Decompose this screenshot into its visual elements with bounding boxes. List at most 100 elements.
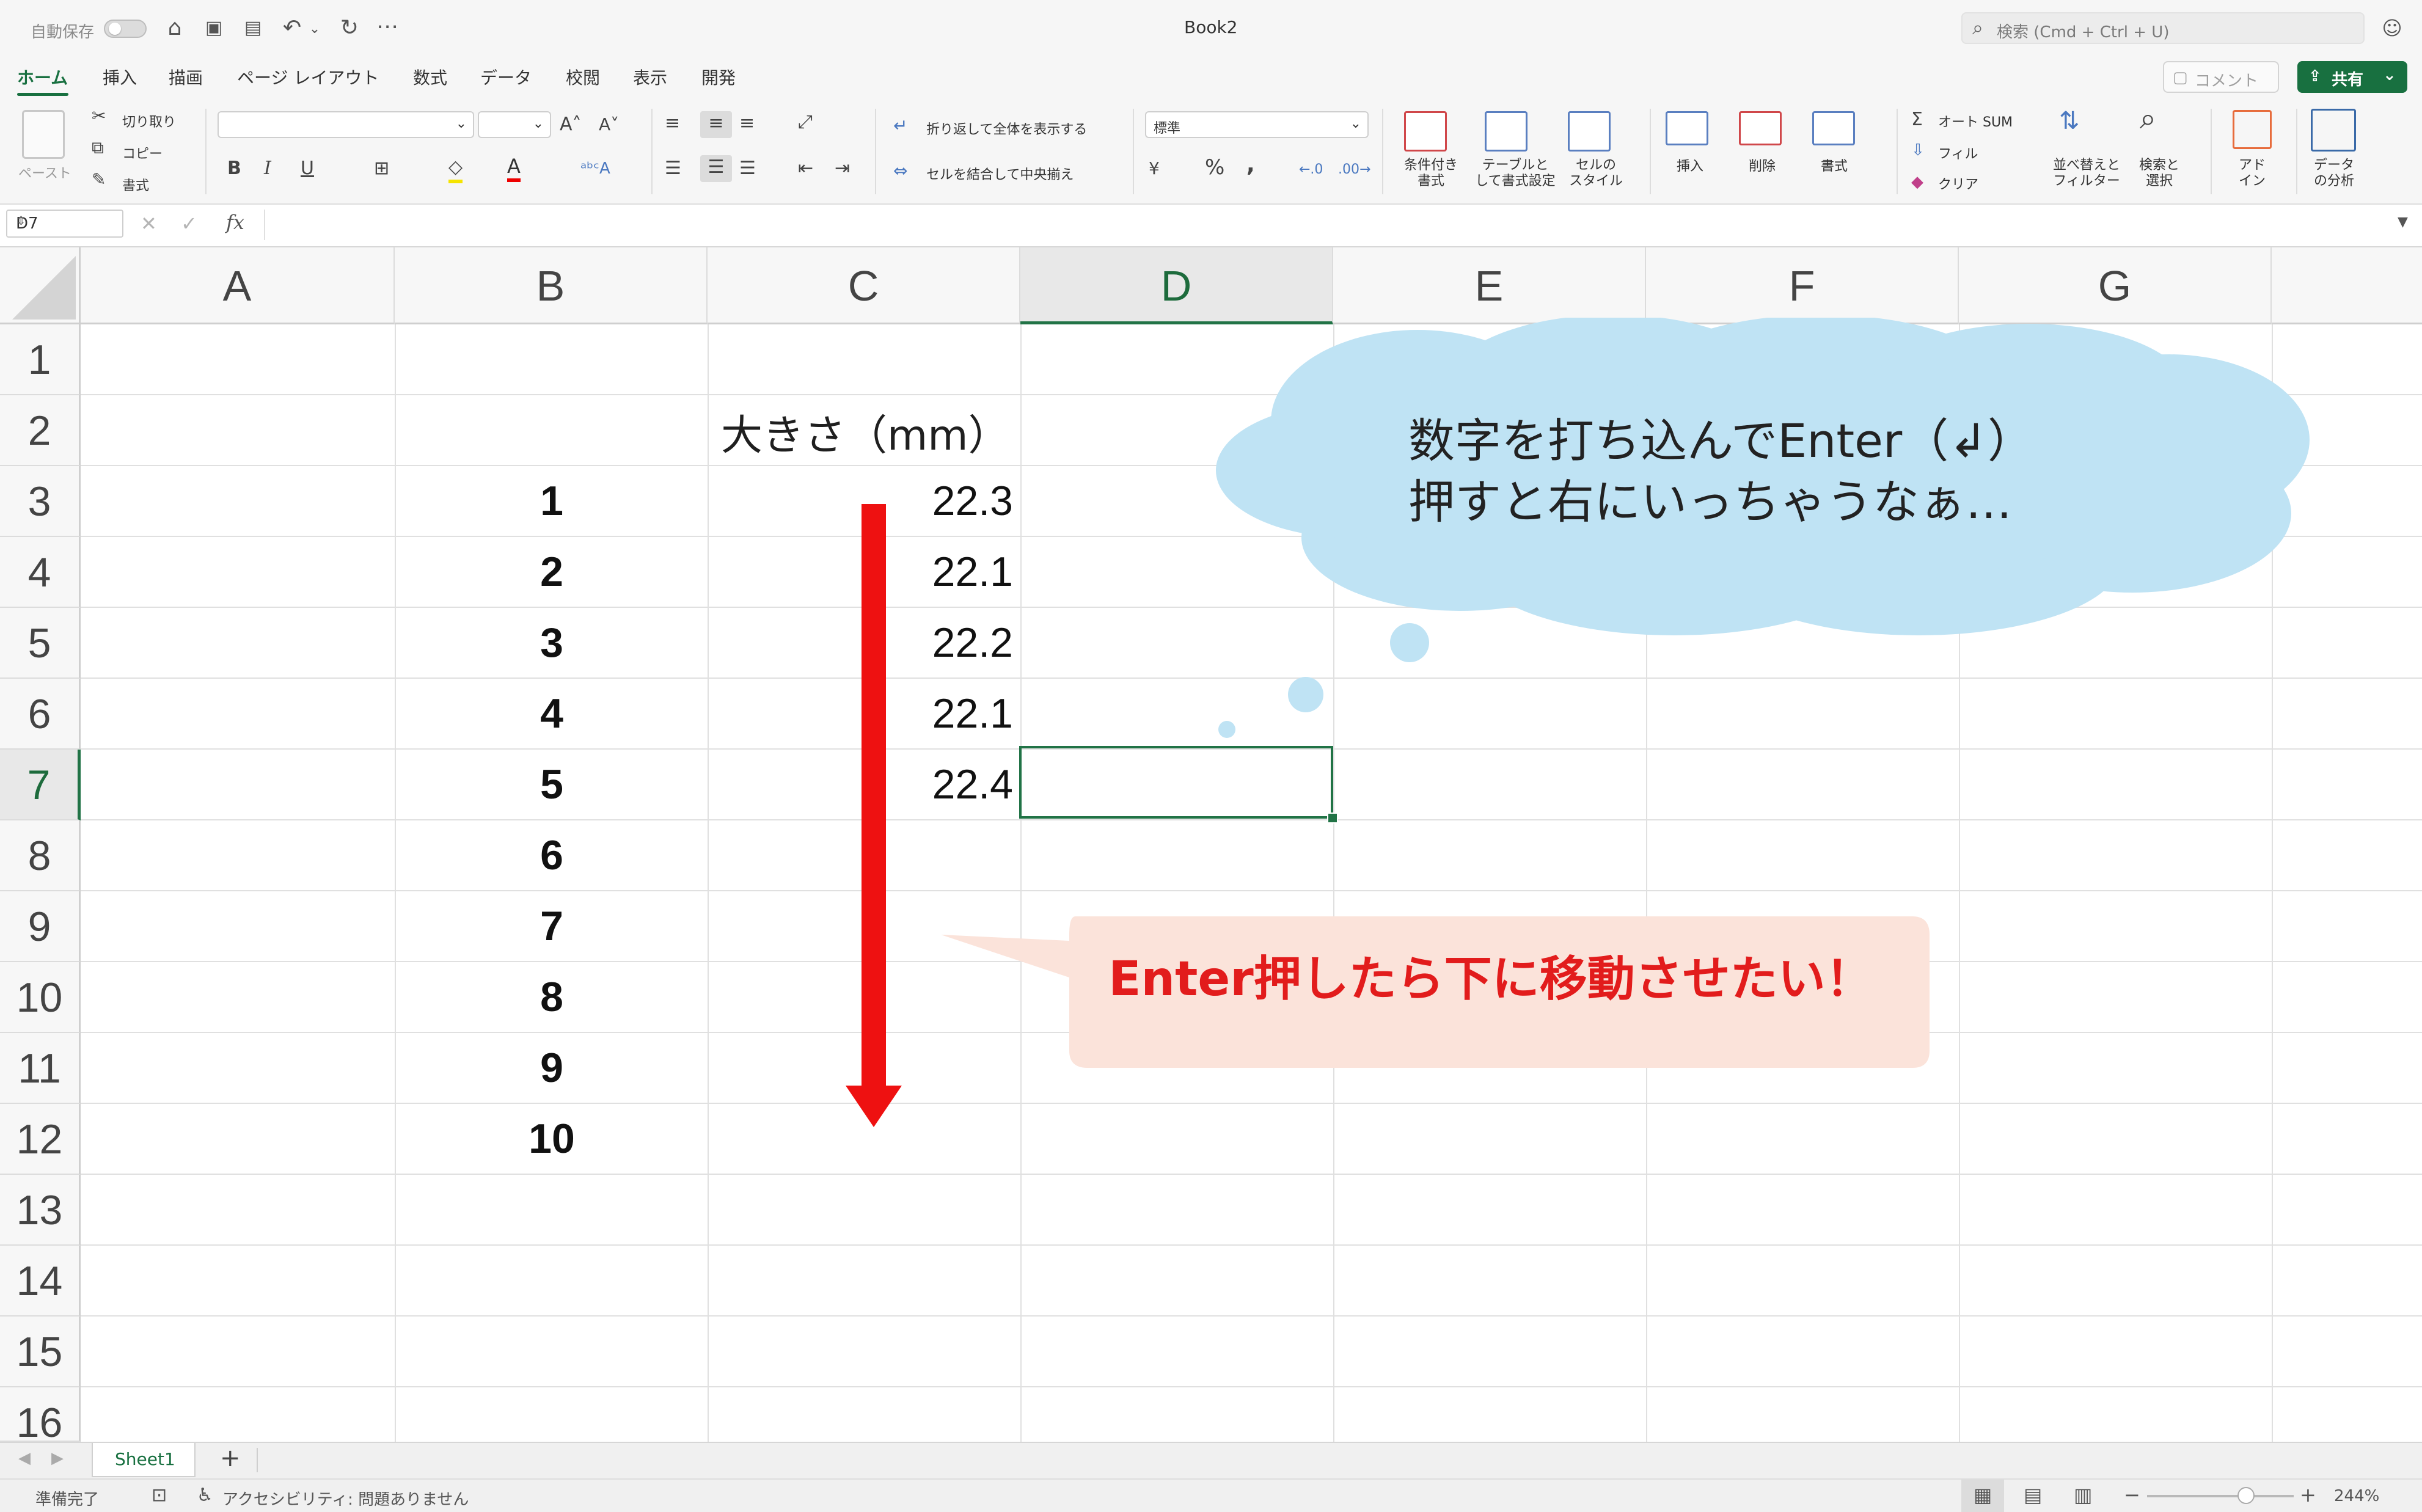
accessibility-icon[interactable]: ♿ [197,1485,213,1506]
analyze-data-icon[interactable] [2311,109,2356,152]
zoom-slider-track[interactable] [2147,1495,2294,1497]
cut-icon[interactable]: ✂ [92,104,106,128]
zoom-out-icon[interactable]: − [2124,1483,2140,1507]
phonetic-icon[interactable]: ᵃᵇᶜA [580,156,610,181]
autosum-label[interactable]: オート SUM [1938,111,2013,131]
column-header-c[interactable]: C [708,247,1020,324]
select-all-corner[interactable] [0,247,81,324]
zoom-level[interactable]: 244% [2334,1487,2379,1505]
page-layout-view-icon[interactable]: ▤ [2024,1483,2042,1507]
add-sheet-button[interactable]: + [220,1444,241,1472]
find-select-label[interactable]: 検索と 選択 [2129,158,2190,189]
page-break-view-icon[interactable]: ▥ [2074,1483,2092,1507]
undo-dropdown-icon[interactable]: ⌄ [305,16,324,43]
macro-record-icon[interactable]: ⊡ [152,1485,167,1506]
row-header-1[interactable]: 1 [0,324,81,395]
enter-icon[interactable]: ✓ [181,212,197,235]
function-button[interactable]: fx [226,211,244,234]
fill-color-icon[interactable]: ◇ [448,155,463,183]
align-middle-icon[interactable]: ≡ [700,111,732,138]
selected-cell-d7[interactable] [1019,746,1333,819]
save-as-icon[interactable]: ▤ [238,15,268,42]
paste-icon[interactable] [22,110,65,159]
sheet-tab-sheet1[interactable]: Sheet1 [92,1443,196,1477]
cell-b8[interactable]: 6 [396,831,708,879]
row-header-11[interactable]: 11 [0,1033,81,1104]
row-header-5[interactable]: 5 [0,608,81,679]
cell-b12[interactable]: 10 [396,1115,708,1163]
align-center-icon[interactable]: ☰ [700,155,732,182]
search-box[interactable]: ⌕ 検索 (Cmd + Ctrl + U) [1961,12,2365,44]
addins-label[interactable]: アド イン [2222,158,2283,189]
fill-label[interactable]: フィル [1938,143,1978,163]
row-header-10[interactable]: 10 [0,962,81,1033]
column-header-d[interactable]: D [1020,247,1333,324]
delete-cells-icon[interactable] [1739,111,1782,145]
cut-label[interactable]: 切り取り [122,111,176,131]
cell-styles-label[interactable]: セルの スタイル [1559,158,1633,189]
column-header-a[interactable]: A [81,247,395,324]
comma-button[interactable]: , [1246,153,1255,177]
decrease-font-icon[interactable]: A˅ [599,112,619,137]
analyze-data-label[interactable]: データ の分析 [2303,158,2365,189]
format-as-table-icon[interactable] [1485,111,1527,152]
column-header-e[interactable]: E [1333,247,1646,324]
align-top-icon[interactable]: ≡ [665,111,680,136]
zoom-in-icon[interactable]: + [2300,1483,2316,1507]
row-header-6[interactable]: 6 [0,679,81,750]
row-header-12[interactable]: 12 [0,1104,81,1175]
increase-decimal-icon[interactable]: ←.0 [1299,158,1323,182]
share-button[interactable]: ⇪ 共有 ⌄ [2297,61,2407,93]
undo-icon[interactable]: ↶ [277,15,307,42]
format-cells-icon[interactable] [1812,111,1855,145]
row-header-4[interactable]: 4 [0,537,81,608]
merge-center-icon[interactable]: ⇔ [893,159,907,183]
autosave-toggle[interactable] [104,20,147,38]
align-left-icon[interactable]: ☰ [665,156,681,181]
column-header-b[interactable]: B [395,247,708,324]
sort-filter-icon[interactable]: ⇅ [2059,109,2080,133]
row-header-7[interactable]: 7 [0,750,81,820]
align-right-icon[interactable]: ☰ [739,156,756,181]
cell-b4[interactable]: 2 [396,548,708,596]
row-header-3[interactable]: 3 [0,466,81,537]
tab-view[interactable]: 表示 [633,65,667,89]
increase-font-icon[interactable]: A˄ [560,112,582,137]
merge-center-button[interactable]: セルを結合して中央揃え [926,164,1074,183]
next-sheet-icon[interactable]: ▶ [51,1449,64,1467]
account-icon[interactable]: ☺ [2377,15,2407,42]
wrap-text-icon[interactable]: ↵ [893,114,907,138]
tab-insert[interactable]: 挿入 [103,65,137,89]
redo-icon[interactable]: ↻ [335,15,364,42]
border-icon[interactable]: ⊞ [374,156,389,181]
number-format-select[interactable]: 標準 ⌄ [1145,111,1369,138]
more-icon[interactable]: ⋯ [373,13,402,40]
autosum-icon[interactable]: Σ [1911,108,1923,132]
accessibility-status[interactable]: アクセシビリティ: 問題ありません [222,1487,469,1510]
tab-data[interactable]: データ [480,65,532,89]
row-header-15[interactable]: 15 [0,1317,81,1387]
column-header-f[interactable]: F [1646,247,1959,324]
row-header-8[interactable]: 8 [0,820,81,891]
row-header-13[interactable]: 13 [0,1175,81,1246]
tab-page-layout[interactable]: ページ レイアウト [237,65,379,89]
formula-input[interactable] [264,210,2391,240]
row-header-9[interactable]: 9 [0,891,81,962]
decrease-decimal-icon[interactable]: .00→ [1338,158,1370,182]
fill-handle[interactable] [1327,813,1338,824]
cell-b9[interactable]: 7 [396,902,708,950]
cell-b6[interactable]: 4 [396,690,708,737]
currency-icon[interactable]: ¥ [1149,156,1160,181]
column-header-h[interactable] [2272,247,2422,324]
find-select-icon[interactable]: ⌕ [2140,104,2156,133]
expand-formula-icon[interactable]: ▼ [2398,214,2408,230]
tab-home[interactable]: ホーム [17,65,68,89]
wrap-text-button[interactable]: 折り返して全体を表示する [926,119,1087,138]
home-icon[interactable]: ⌂ [160,15,189,42]
orientation-icon[interactable]: ⤢ [798,110,813,134]
underline-button[interactable]: U [301,156,314,181]
zoom-slider-thumb[interactable] [2237,1487,2255,1504]
cancel-icon[interactable]: ✕ [141,212,157,235]
tab-developer[interactable]: 開発 [701,65,736,89]
format-painter-icon[interactable]: ✎ [92,167,106,192]
